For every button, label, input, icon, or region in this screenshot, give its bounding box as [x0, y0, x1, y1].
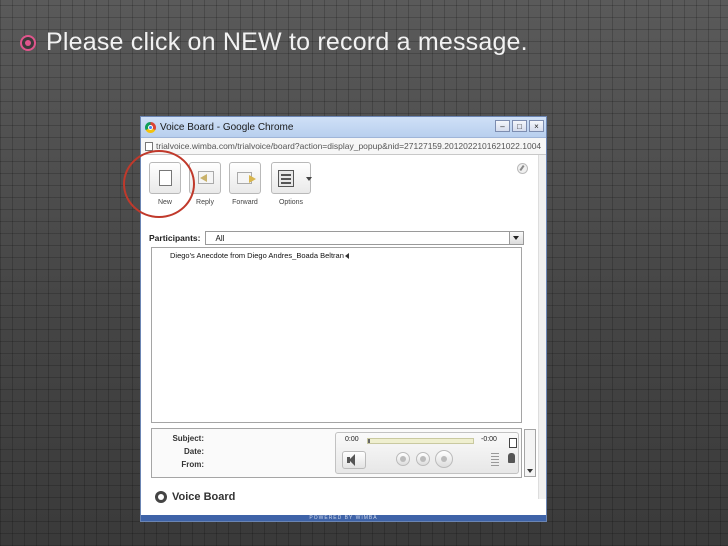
message-list: Diego's Anecdote from Diego Andres_Boada…	[151, 247, 522, 423]
minimize-button[interactable]: –	[495, 120, 510, 132]
time-elapsed: 0:00	[345, 436, 359, 443]
stop-button[interactable]	[435, 450, 453, 468]
progress-fill	[368, 439, 371, 443]
new-button-highlight-circle	[123, 150, 195, 218]
powered-by-text: POWERED BY WIMBA	[309, 515, 378, 521]
message-author: Diego Andres_Boada Beltran	[247, 251, 344, 260]
list-icon[interactable]	[509, 438, 517, 448]
title-bar: Voice Board - Google Chrome – □ ×	[141, 117, 546, 138]
list-item[interactable]: Diego's Anecdote from Diego Andres_Boada…	[170, 251, 349, 260]
forward-arrow-icon	[249, 175, 256, 183]
message-separator: from	[230, 251, 246, 260]
playback-controls: 0:00 -0:00	[335, 432, 519, 474]
chevron-down-icon	[306, 177, 312, 181]
options-button[interactable]: Options	[269, 162, 313, 206]
participants-select[interactable]: All	[204, 231, 524, 245]
scroll-down-icon[interactable]	[527, 469, 533, 473]
subject-label: Subject:	[172, 434, 204, 443]
maximize-button[interactable]: □	[512, 120, 527, 132]
participants-row: Participants: All	[149, 231, 524, 245]
progress-slider[interactable]	[367, 438, 474, 444]
window-scrollbar[interactable]	[538, 155, 546, 499]
date-label: Date:	[183, 447, 204, 456]
chrome-logo-icon	[145, 121, 156, 133]
pause-icon	[420, 456, 426, 462]
options-label: Options	[278, 199, 304, 206]
pin-icon[interactable]	[517, 163, 528, 174]
player-labels: Subject: Date: From:	[168, 434, 204, 473]
forward-label: Forward	[232, 199, 258, 206]
from-label: From:	[181, 460, 204, 469]
time-remaining: -0:00	[481, 436, 497, 443]
slide-bullet-row: Please click on NEW to record a message.	[20, 28, 528, 57]
url-text[interactable]: trialvoice.wimba.com/trialvoice/board?ac…	[156, 141, 541, 151]
close-button[interactable]: ×	[529, 120, 544, 132]
options-button-box[interactable]	[271, 162, 312, 194]
rewind-button[interactable]	[396, 452, 410, 466]
level-meter-icon	[491, 453, 499, 467]
player-scrollbar[interactable]	[524, 429, 536, 477]
message-player: Subject: Date: From: 0:00 -0:00	[151, 428, 536, 478]
voice-board-toolbar: New Reply Forward Options	[141, 155, 546, 217]
microphone-icon[interactable]	[508, 453, 515, 463]
address-bar[interactable]: trialvoice.wimba.com/trialvoice/board?ac…	[141, 138, 546, 155]
speaker-icon	[344, 252, 349, 259]
voice-board-logo-icon	[155, 491, 167, 503]
reply-arrow-icon	[200, 174, 207, 182]
participants-label: Participants:	[149, 233, 201, 243]
slide-bullet-text: Please click on NEW to record a message.	[46, 28, 528, 56]
page-icon	[145, 141, 153, 151]
window-title: Voice Board - Google Chrome	[160, 121, 294, 133]
participants-value: All	[215, 234, 225, 243]
pause-button[interactable]	[416, 452, 430, 466]
forward-button-box[interactable]	[229, 162, 261, 194]
rewind-icon	[400, 456, 406, 462]
message-title: Diego's Anecdote	[170, 251, 229, 260]
dropdown-arrow-icon[interactable]	[509, 232, 523, 244]
bullet-icon	[20, 34, 36, 51]
stop-icon	[441, 456, 447, 462]
reply-label: Reply	[196, 199, 214, 206]
options-icon	[278, 170, 294, 187]
voice-board-window: Voice Board - Google Chrome – □ × trialv…	[140, 116, 547, 522]
footer-brand: Voice Board	[155, 491, 235, 503]
window-controls: – □ ×	[495, 120, 544, 132]
volume-icon[interactable]	[342, 451, 366, 469]
forward-button[interactable]: Forward	[227, 162, 263, 206]
brand-name: Voice Board	[172, 491, 236, 503]
